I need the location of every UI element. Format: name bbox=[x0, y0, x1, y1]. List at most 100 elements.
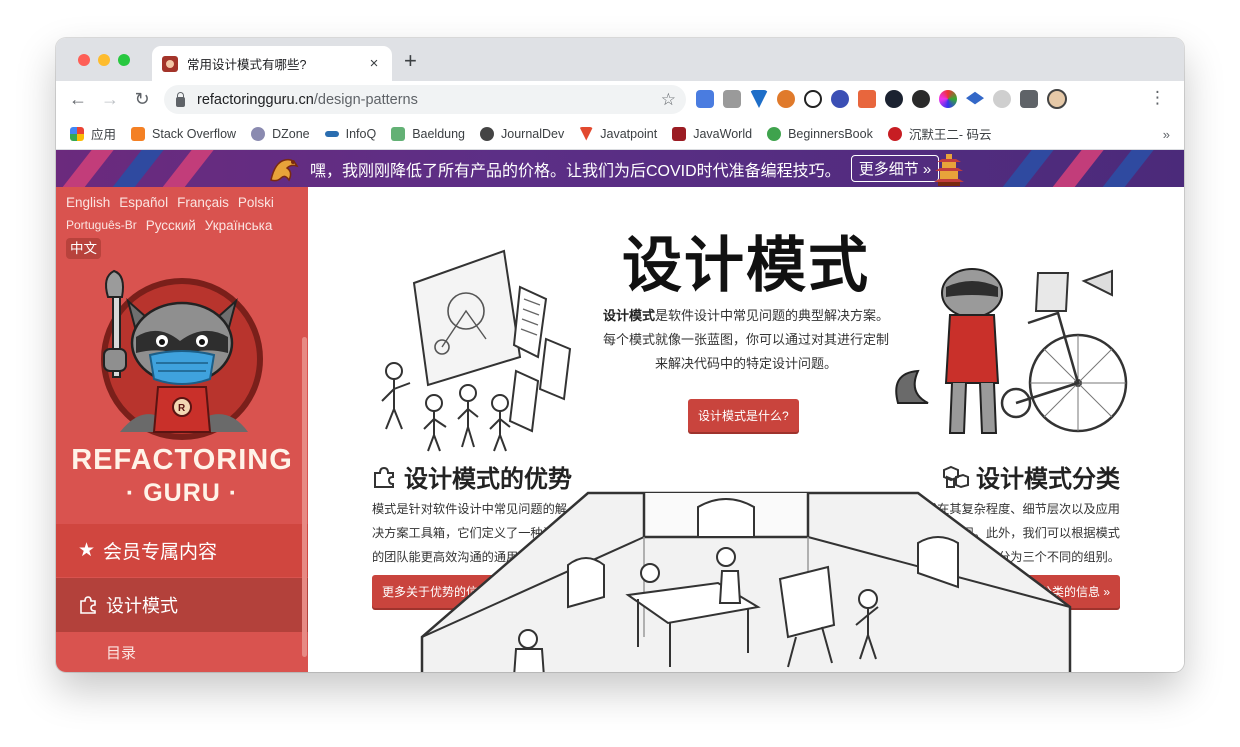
raccoon-bicycle-illustration bbox=[895, 268, 1128, 434]
tab-title: 常用设计模式有哪些? bbox=[187, 58, 307, 72]
lang-portugues-br[interactable]: Português-Br bbox=[66, 215, 137, 236]
javatpoint-icon bbox=[579, 126, 594, 141]
browser-window: 常用设计模式有哪些? × + ← → ↻ refactoringguru.cn … bbox=[56, 38, 1184, 672]
bookmark-star-icon[interactable]: ☆ bbox=[661, 90, 676, 110]
dzone-icon bbox=[251, 126, 266, 141]
puzzle-piece-icon bbox=[374, 466, 394, 488]
logo-text-refactoring: REFACTORING bbox=[71, 444, 293, 476]
cubes-icon bbox=[943, 465, 969, 488]
bookmark-label: BeginnersBook bbox=[788, 126, 873, 141]
lang-english[interactable]: English bbox=[66, 192, 110, 213]
color-wheel-icon[interactable] bbox=[939, 90, 957, 108]
bookmark-label: Javatpoint bbox=[600, 126, 658, 141]
banner-stripe bbox=[102, 150, 172, 187]
bookmark-apps[interactable]: 应用 bbox=[70, 124, 116, 143]
url-host: refactoringguru.cn bbox=[197, 91, 314, 108]
bookmark-stack-overflow[interactable]: Stack Overflow bbox=[131, 126, 237, 141]
bookmark-beginnersbook[interactable]: BeginnersBook bbox=[767, 126, 873, 141]
ae-icon[interactable] bbox=[804, 90, 822, 108]
bookmark-javaworld[interactable]: JavaWorld bbox=[672, 126, 753, 141]
lang-polski[interactable]: Polski bbox=[238, 192, 274, 213]
pagoda-icon bbox=[934, 154, 964, 186]
browser-menu-icon[interactable]: ⋮ bbox=[1149, 89, 1166, 107]
bookmark-journaldev[interactable]: JournalDev bbox=[480, 126, 564, 141]
bookmark-label: 应用 bbox=[91, 128, 117, 142]
network-icon[interactable] bbox=[858, 90, 876, 108]
dragon-icon bbox=[270, 158, 299, 182]
banner-content: 嘿，我刚刚降低了所有产品的价格。让我们为后COVID时代准备编程技巧。 更多细节… bbox=[310, 150, 940, 187]
bookmark-label: 沉默王二- 码云 bbox=[908, 128, 992, 142]
chat-icon[interactable] bbox=[912, 90, 930, 108]
banner-stripe bbox=[152, 150, 222, 187]
menu-premium-content[interactable]: ★ 会员专属内容 bbox=[56, 524, 308, 577]
url-path: /design-patterns bbox=[313, 91, 418, 108]
screenshot-icon[interactable] bbox=[723, 90, 741, 108]
raccoon-logo[interactable]: R bbox=[80, 257, 280, 457]
menu-design-patterns-label: 设计模式 bbox=[106, 596, 178, 616]
bookmark-baeldung[interactable]: Baeldung bbox=[391, 126, 466, 141]
language-switcher: English Español Français Polski Portuguê… bbox=[56, 187, 308, 259]
menu-design-patterns[interactable]: 设计模式 bbox=[56, 578, 308, 632]
sidebar-scrollbar[interactable] bbox=[302, 337, 307, 657]
back-button[interactable]: ← bbox=[62, 89, 94, 110]
logo-text-guru: · GURU · bbox=[125, 479, 239, 507]
star-icon: ★ bbox=[78, 540, 96, 561]
lang-ukrainian[interactable]: Українська bbox=[205, 215, 273, 236]
tab-close-icon[interactable]: × bbox=[366, 55, 382, 72]
active-tab[interactable]: 常用设计模式有哪些? × bbox=[152, 46, 392, 81]
bookmark-infoq[interactable]: InfoQ bbox=[324, 126, 377, 141]
y-combinator-icon[interactable] bbox=[750, 90, 768, 108]
firefox-relay-icon[interactable] bbox=[777, 90, 795, 108]
play-icon[interactable] bbox=[885, 90, 903, 108]
lang-chinese[interactable]: 中文 bbox=[66, 238, 101, 259]
main-content: 设计模式 设计模式是软件设计中常见问题的典型解决方案。每个模式就像一张蓝图，你可… bbox=[308, 187, 1184, 672]
bookmarks-overflow-icon[interactable]: » bbox=[1163, 127, 1170, 142]
menu-catalog[interactable]: 目录 bbox=[56, 637, 308, 667]
lock-icon[interactable] bbox=[176, 91, 185, 107]
lang-francais[interactable]: Français bbox=[177, 192, 229, 213]
office-room-illustration bbox=[420, 491, 1072, 672]
banner-details-button[interactable]: 更多细节 » bbox=[850, 155, 940, 182]
extensions-bar bbox=[696, 89, 1067, 109]
minimize-window-button[interactable] bbox=[98, 54, 110, 66]
bookmarks-bar: 应用 Stack Overflow DZone InfoQ Baeldung J… bbox=[56, 118, 1184, 150]
new-tab-button[interactable]: + bbox=[404, 50, 417, 72]
bookmark-label: InfoQ bbox=[345, 126, 377, 141]
sphere-icon[interactable] bbox=[831, 90, 849, 108]
graduation-cap-icon[interactable] bbox=[966, 91, 984, 105]
close-window-button[interactable] bbox=[78, 54, 90, 66]
banner-stripe bbox=[992, 150, 1062, 187]
bookmark-label: Baeldung bbox=[412, 126, 466, 141]
banner-stripe bbox=[1092, 150, 1162, 187]
stackoverflow-icon bbox=[131, 126, 146, 141]
lang-russian[interactable]: Русский bbox=[146, 215, 196, 236]
reload-button[interactable]: ↻ bbox=[126, 89, 158, 110]
puzzle-icon[interactable] bbox=[1020, 90, 1038, 108]
journaldev-icon bbox=[480, 126, 495, 141]
menu-premium-label: 会员专属内容 bbox=[103, 542, 218, 563]
translate-icon[interactable] bbox=[696, 90, 714, 108]
gitee-icon bbox=[887, 126, 902, 141]
infoq-icon bbox=[324, 130, 339, 137]
bookmark-label: Stack Overflow bbox=[152, 126, 237, 141]
browser-toolbar: ← → ↻ refactoringguru.cn /design-pattern… bbox=[56, 81, 1184, 118]
description-term: 设计模式 bbox=[602, 308, 655, 323]
bookmark-dzone[interactable]: DZone bbox=[251, 126, 310, 141]
lang-espanol[interactable]: Español bbox=[119, 192, 168, 213]
address-bar[interactable]: refactoringguru.cn /design-patterns ☆ bbox=[164, 85, 686, 114]
profile-avatar-icon[interactable] bbox=[1047, 89, 1067, 109]
sidebar: English Español Français Polski Portuguê… bbox=[56, 187, 308, 672]
banner-stripe bbox=[56, 150, 122, 187]
bookmark-label: DZone bbox=[272, 126, 310, 141]
sun-icon[interactable] bbox=[993, 90, 1011, 108]
javaworld-icon bbox=[672, 126, 687, 141]
promo-banner: 嘿，我刚刚降低了所有产品的价格。让我们为后COVID时代准备编程技巧。 更多细节… bbox=[56, 150, 1184, 187]
beginnersbook-icon bbox=[767, 126, 782, 141]
what-is-pattern-button[interactable]: 设计模式是什么? bbox=[688, 399, 799, 432]
forward-button[interactable]: → bbox=[94, 89, 126, 110]
bookmark-gitee[interactable]: 沉默王二- 码云 bbox=[887, 124, 992, 143]
bookmark-label: JavaWorld bbox=[693, 126, 753, 141]
maximize-window-button[interactable] bbox=[118, 54, 130, 66]
title-bar: 常用设计模式有哪些? × + bbox=[56, 38, 1184, 81]
bookmark-javatpoint[interactable]: Javatpoint bbox=[579, 126, 658, 141]
